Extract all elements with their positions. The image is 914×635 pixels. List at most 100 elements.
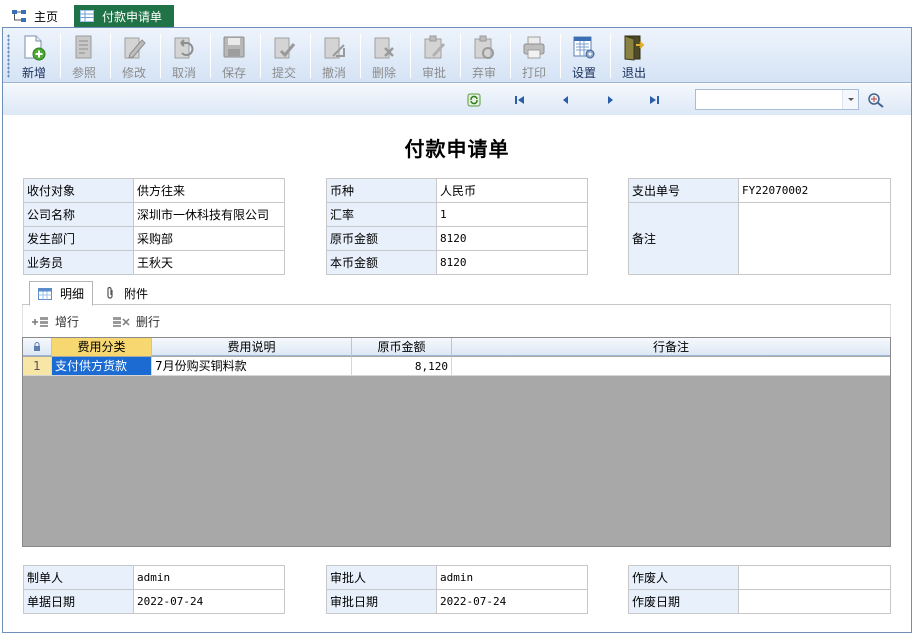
sitemap-icon [12, 10, 26, 22]
search-icon[interactable] [867, 92, 885, 108]
add-row-icon [32, 316, 48, 327]
revoke-button-label: 撤消 [321, 66, 346, 80]
info-table-right: 支出单号 FY22070002 备注 [628, 178, 891, 275]
original-amount-value[interactable]: 8120 [436, 226, 588, 251]
reference-button[interactable]: 参照 [61, 31, 107, 81]
new-button[interactable]: 新增 [11, 31, 57, 81]
currency-label: 币种 [326, 178, 437, 203]
detail-grid: 费用分类 费用说明 原币金额 行备注 1 支付供方货款 7月份购买铜料款 8,1… [22, 337, 891, 547]
tab-attachment[interactable]: 附件 [97, 281, 156, 305]
tab-detail-label: 明细 [60, 287, 85, 301]
cancel-button[interactable]: 取消 [161, 31, 207, 81]
table-row[interactable]: 1 支付供方货款 7月份购买铜料款 8,120 [23, 357, 890, 376]
edit-button[interactable]: 修改 [111, 31, 157, 81]
delete-row-label: 删行 [136, 315, 161, 329]
original-amount-label: 原币金额 [326, 226, 437, 251]
company-name-label: 公司名称 [23, 202, 134, 227]
payee-type-value[interactable]: 供方往来 [133, 178, 285, 203]
cell-remark[interactable] [452, 357, 890, 376]
local-amount-label: 本币金额 [326, 250, 437, 275]
exchange-rate-label: 汇率 [326, 202, 437, 227]
settings-button[interactable]: 设置 [561, 31, 607, 81]
next-record-icon[interactable] [603, 93, 617, 107]
footer-table-mid: 审批人 admin 审批日期 2022-07-24 [326, 565, 588, 614]
edit-icon [124, 37, 146, 59]
reference-button-label: 参照 [71, 66, 96, 80]
void-date-value [738, 589, 891, 614]
exchange-rate-value[interactable]: 1 [436, 202, 588, 227]
new-doc-icon [24, 35, 46, 61]
first-record-icon[interactable] [513, 93, 527, 107]
currency-value[interactable]: 人民币 [436, 178, 588, 203]
record-navigation-bar [3, 84, 911, 115]
approve-button-label: 审批 [421, 66, 446, 80]
approve-button[interactable]: 审批 [411, 31, 457, 81]
save-button[interactable]: 保存 [211, 31, 257, 81]
cell-category[interactable]: 支付供方货款 [52, 357, 152, 376]
delete-button[interactable]: 删除 [361, 31, 407, 81]
row-index[interactable]: 1 [23, 357, 52, 376]
salesperson-value[interactable]: 王秋天 [133, 250, 285, 275]
doc-date-value[interactable]: 2022-07-24 [133, 589, 285, 614]
approve-icon [424, 35, 445, 59]
remark-label: 备注 [628, 202, 739, 275]
submit-button-label: 提交 [271, 66, 296, 80]
last-record-icon[interactable] [647, 93, 661, 107]
department-label: 发生部门 [23, 226, 134, 251]
submit-button[interactable]: 提交 [261, 31, 307, 81]
form-title: 付款申请单 [404, 137, 510, 161]
doc-date-label: 单据日期 [23, 589, 134, 614]
order-number-label: 支出单号 [628, 178, 739, 203]
revoke-button[interactable]: 撤消 [311, 31, 357, 81]
print-icon [523, 36, 545, 59]
column-header-description[interactable]: 费用说明 [152, 338, 352, 356]
main-toolbar: 新增 参照 修改 取消 保存 提交 撤消 删除 审批 弃审 打印 设置 退出 [3, 28, 911, 83]
cell-amount[interactable]: 8,120 [352, 357, 452, 376]
chevron-down-icon[interactable] [842, 90, 858, 109]
tab-home-label: 主页 [34, 9, 59, 24]
exit-button-label: 退出 [621, 66, 646, 80]
column-header-category[interactable]: 费用分类 [52, 338, 152, 356]
cell-description[interactable]: 7月份购买铜料款 [152, 357, 352, 376]
record-select-dropdown[interactable] [695, 89, 859, 110]
previous-record-icon[interactable] [559, 93, 573, 107]
window-tab-bar: 主页 付款申请单 [0, 0, 914, 27]
voider-value [738, 565, 891, 590]
tab-payment-request-label: 付款申请单 [102, 9, 163, 24]
footer-table-right: 作废人 作废日期 [628, 565, 891, 614]
company-name-value[interactable]: 深圳市一休科技有限公司 [133, 202, 285, 227]
toolbar-grip[interactable] [7, 34, 10, 78]
unapprove-button[interactable]: 弃审 [461, 31, 507, 81]
exit-icon [624, 35, 645, 61]
save-icon [223, 36, 245, 58]
approval-date-label: 审批日期 [326, 589, 437, 614]
settings-button-label: 设置 [571, 66, 596, 80]
exit-button[interactable]: 退出 [611, 31, 657, 81]
column-header-amount[interactable]: 原币金额 [352, 338, 452, 356]
tab-home[interactable]: 主页 [6, 5, 68, 27]
order-number-value[interactable]: FY22070002 [738, 178, 891, 203]
add-row-button[interactable]: 增行 [31, 313, 79, 330]
creator-label: 制单人 [23, 565, 134, 590]
department-value[interactable]: 采购部 [133, 226, 285, 251]
delete-row-button[interactable]: 删行 [112, 313, 160, 330]
tab-payment-request[interactable]: 付款申请单 [74, 5, 174, 27]
undo-icon [174, 37, 194, 59]
grid-header: 费用分类 费用说明 原币金额 行备注 [23, 338, 890, 356]
tab-detail[interactable]: 明细 [29, 281, 94, 306]
unapprove-button-label: 弃审 [471, 66, 496, 80]
print-button[interactable]: 打印 [511, 31, 557, 81]
submit-icon [274, 37, 296, 59]
detail-tab-strip: 明细 附件 [22, 281, 891, 306]
refresh-icon[interactable] [467, 93, 481, 107]
approver-value: admin [436, 565, 588, 590]
column-header-remark[interactable]: 行备注 [452, 338, 890, 356]
info-table-mid: 币种 人民币 汇率 1 原币金额 8120 本币金额 8120 [326, 178, 588, 275]
add-row-label: 增行 [55, 315, 80, 329]
lock-icon[interactable] [23, 338, 52, 356]
remark-value[interactable] [738, 202, 891, 275]
paperclip-icon [107, 286, 113, 299]
voider-label: 作废人 [628, 565, 739, 590]
settings-icon [573, 36, 595, 59]
local-amount-value[interactable]: 8120 [436, 250, 588, 275]
